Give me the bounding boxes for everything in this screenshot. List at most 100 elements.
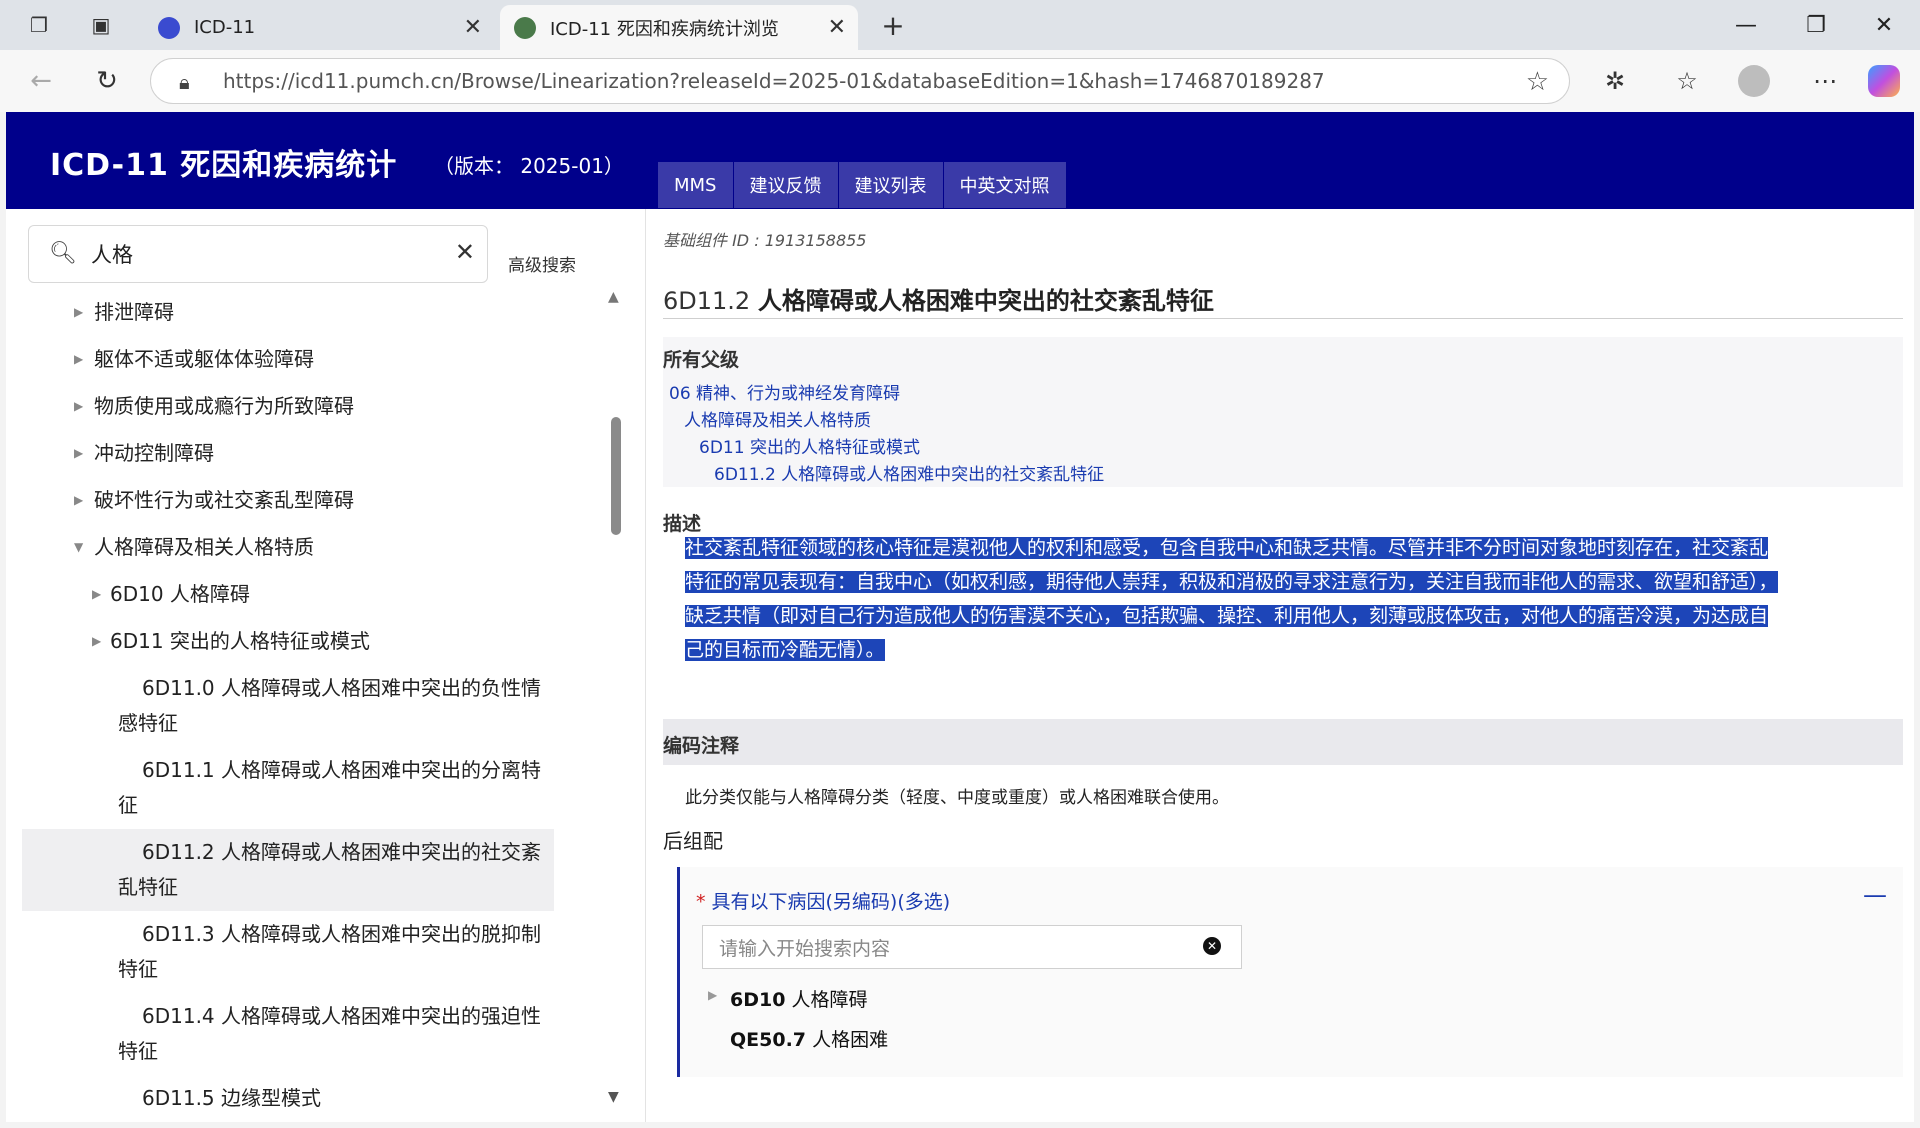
site-header: ICD-11 死因和疾病统计 （版本： 2025-01） MMS 建议反馈 建议…: [6, 112, 1914, 209]
browser-tab-bar: ❐ ▣ ICD-11 ✕ ICD-11 死因和疾病统计浏览 ✕ + — ❐ ✕: [0, 0, 1920, 50]
expand-arrow-icon[interactable]: ▶: [74, 389, 83, 424]
required-marker: *: [696, 891, 706, 913]
refresh-icon[interactable]: ↻: [90, 64, 124, 98]
minimize-icon[interactable]: —: [1724, 8, 1768, 42]
tab-title: ICD-11: [194, 17, 256, 38]
expand-arrow-icon[interactable]: ▶: [74, 436, 83, 471]
postcoord-option[interactable]: ▶ 6D10 人格障碍: [708, 985, 868, 1012]
parent-link[interactable]: 6D11 突出的人格特征或模式: [699, 433, 920, 458]
nav-feedback[interactable]: 建议反馈: [733, 162, 839, 208]
tree-node[interactable]: 6D11.3 人格障碍或人格困难中突出的脱抑制特征: [22, 911, 554, 993]
postcoordination-heading: 后组配: [663, 829, 723, 853]
tree-node[interactable]: 6D11.1 人格障碍或人格困难中突出的分离特征: [22, 747, 554, 829]
tree-node[interactable]: 6D11.2 人格障碍或人格困难中突出的社交紊乱特征: [22, 829, 554, 911]
close-tab-icon[interactable]: ✕: [464, 15, 482, 40]
tree-node-label: 6D11.2 人格障碍或人格困难中突出的社交紊乱特征: [118, 840, 542, 899]
clear-search-icon[interactable]: ✕: [455, 238, 475, 266]
search-icon: 🔍︎: [49, 241, 77, 266]
tree-node[interactable]: 6D11.4 人格障碍或人格困难中突出的强迫性特征: [22, 993, 554, 1075]
tab-icd11[interactable]: ICD-11 ✕: [144, 5, 494, 50]
tree-node-label: 排泄障碍: [94, 300, 174, 324]
description-line: 缺乏共情（即对自己行为造成他人的伤害漠不关心，包括欺骗、操控、利用他人，刻薄或肢…: [685, 605, 1769, 627]
entity-detail-pane: 基础组件 ID : 1913158855 6D11.2 人格障碍或人格困难中突出…: [663, 209, 1903, 1122]
restore-icon[interactable]: ❐: [1794, 8, 1838, 42]
description-line: 己的目标而冷酷无情）。: [685, 639, 885, 661]
tree-scrollbar[interactable]: ▲ ▼: [608, 289, 624, 1109]
parent-link[interactable]: 6D11.2 人格障碍或人格困难中突出的社交紊乱特征: [714, 460, 1104, 485]
collapse-arrow-icon[interactable]: ▼: [74, 530, 83, 565]
expand-arrow-icon[interactable]: ▶: [74, 483, 83, 518]
favorites-icon[interactable]: ☆: [1668, 62, 1706, 100]
tab-actions-icon[interactable]: ▣: [86, 10, 116, 40]
tree-node[interactable]: ▶ 6D10 人格障碍: [22, 571, 554, 618]
browser-toolbar: ← ↻ 🔒︎ https://icd11.pumch.cn/Browse/Lin…: [0, 50, 1920, 112]
tree-node-label: 躯体不适或躯体体验障碍: [94, 347, 314, 371]
description-line: 社交紊乱特征领域的核心特征是漠视他人的权利和感受，包含自我中心和缺乏共情。尽管并…: [685, 537, 1769, 559]
postcoord-option[interactable]: QE50.7 人格困难: [730, 1025, 888, 1052]
header-nav: MMS 建议反馈 建议列表 中英文对照: [658, 162, 1067, 208]
tab-title: ICD-11 死因和疾病统计浏览: [550, 18, 779, 40]
clear-input-icon[interactable]: ✕: [1203, 937, 1221, 955]
nav-suggestion-list[interactable]: 建议列表: [838, 162, 944, 208]
parent-link[interactable]: 06 精神、行为或神经发育障碍: [669, 379, 900, 404]
pumch-logo-icon: [514, 16, 536, 39]
tree-node[interactable]: ▶ 排泄障碍: [22, 289, 554, 336]
parents-section: 所有父级 06 精神、行为或神经发育障碍 人格障碍及相关人格特质 6D11 突出…: [663, 337, 1903, 487]
tree-node-label: 6D11.1 人格障碍或人格困难中突出的分离特征: [118, 758, 542, 817]
tree-node[interactable]: ▼ 人格障碍及相关人格特质: [22, 524, 554, 571]
scroll-up-icon[interactable]: ▲: [608, 289, 619, 305]
postcoord-search-input[interactable]: 请输入开始搜索内容 ✕: [702, 925, 1242, 969]
tree-node[interactable]: ▶ 物质使用或成瘾行为所致障碍: [22, 383, 554, 430]
workspaces-icon[interactable]: ❐: [24, 10, 54, 40]
parent-link[interactable]: 人格障碍及相关人格特质: [684, 406, 871, 431]
postcoord-axis-label[interactable]: * 具有以下病因(另编码)(多选): [696, 887, 950, 914]
postcoord-axis-text: 具有以下病因(另编码)(多选): [711, 891, 951, 913]
profile-avatar[interactable]: [1738, 65, 1770, 97]
tree-node[interactable]: ▶ 6D11 突出的人格特征或模式: [22, 618, 554, 665]
tree-node[interactable]: ▶ 破坏性行为或社交紊乱型障碍: [22, 477, 554, 524]
nav-mms[interactable]: MMS: [658, 162, 734, 208]
expand-arrow-icon[interactable]: ▶: [74, 342, 83, 377]
back-icon[interactable]: ←: [24, 64, 58, 98]
parents-heading: 所有父级: [663, 349, 740, 371]
tree-node[interactable]: ▶ 冲动控制障碍: [22, 430, 554, 477]
expand-arrow-icon[interactable]: ▶: [708, 988, 717, 1002]
tree-node[interactable]: 6D11.0 人格障碍或人格困难中突出的负性情感特征: [22, 665, 554, 747]
tree-node-label: 6D11.3 人格障碍或人格困难中突出的脱抑制特征: [118, 922, 542, 981]
tree-node-label: 6D11.5 边缘型模式: [142, 1086, 322, 1109]
expand-arrow-icon[interactable]: ▶: [92, 624, 101, 659]
entity-title: 6D11.2 人格障碍或人格困难中突出的社交紊乱特征: [663, 281, 1903, 319]
tree-node-label: 6D10 人格障碍: [110, 582, 250, 606]
scroll-down-icon[interactable]: ▼: [608, 1089, 619, 1105]
lock-icon: 🔒︎: [179, 70, 190, 94]
expand-arrow-icon[interactable]: ▶: [92, 577, 101, 612]
close-window-icon[interactable]: ✕: [1862, 8, 1906, 42]
tab-icd11-browse[interactable]: ICD-11 死因和疾病统计浏览 ✕: [500, 5, 858, 50]
scroll-thumb[interactable]: [611, 417, 621, 535]
tree-node[interactable]: ▶ 躯体不适或躯体体验障碍: [22, 336, 554, 383]
tree-node-label: 6D11 突出的人格特征或模式: [110, 629, 370, 653]
new-tab-button[interactable]: +: [878, 9, 908, 42]
expand-arrow-icon[interactable]: ▶: [74, 295, 83, 330]
url-text: https://icd11.pumch.cn/Browse/Linearizat…: [223, 69, 1325, 93]
postcoordination-box: * 具有以下病因(另编码)(多选) — 请输入开始搜索内容 ✕ ▶ 6D10 人格…: [677, 867, 1903, 1077]
tree-node[interactable]: 6D11.5 边缘型模式: [22, 1075, 554, 1109]
collapse-button[interactable]: —: [1863, 881, 1887, 909]
more-menu-icon[interactable]: ⋯: [1806, 62, 1844, 100]
close-tab-icon[interactable]: ✕: [828, 15, 846, 40]
entity-code: 6D11.2: [663, 287, 751, 315]
extensions-icon[interactable]: ✲: [1596, 62, 1634, 100]
description-line: 特征的常见表现有：自我中心（如权利感，期待他人崇拜，积极和消极的寻求注意行为，关…: [685, 571, 1778, 593]
tree-node-label: 物质使用或成瘾行为所致障碍: [94, 394, 354, 418]
copilot-icon[interactable]: [1868, 65, 1900, 97]
coding-note-section: 编码注释: [663, 719, 1903, 765]
nav-bilingual[interactable]: 中英文对照: [943, 162, 1067, 208]
classification-tree-pane: 🔍︎ 人格 ✕ 高级搜索 ▶ 排泄障碍 ▶ 躯体不适或躯体体验障碍 ▶ 物质使用或成瘾行为…: [6, 209, 646, 1122]
option-name: 人格困难: [812, 1029, 889, 1051]
advanced-search-link[interactable]: 高级搜索: [508, 251, 576, 276]
address-bar[interactable]: 🔒︎ https://icd11.pumch.cn/Browse/Lineari…: [150, 58, 1570, 104]
tree-node-label: 冲动控制障碍: [94, 441, 214, 465]
site-version: （版本： 2025-01）: [434, 154, 624, 178]
favorite-star-icon[interactable]: ☆: [1526, 67, 1549, 97]
search-input[interactable]: 🔍︎ 人格 ✕: [28, 225, 488, 283]
